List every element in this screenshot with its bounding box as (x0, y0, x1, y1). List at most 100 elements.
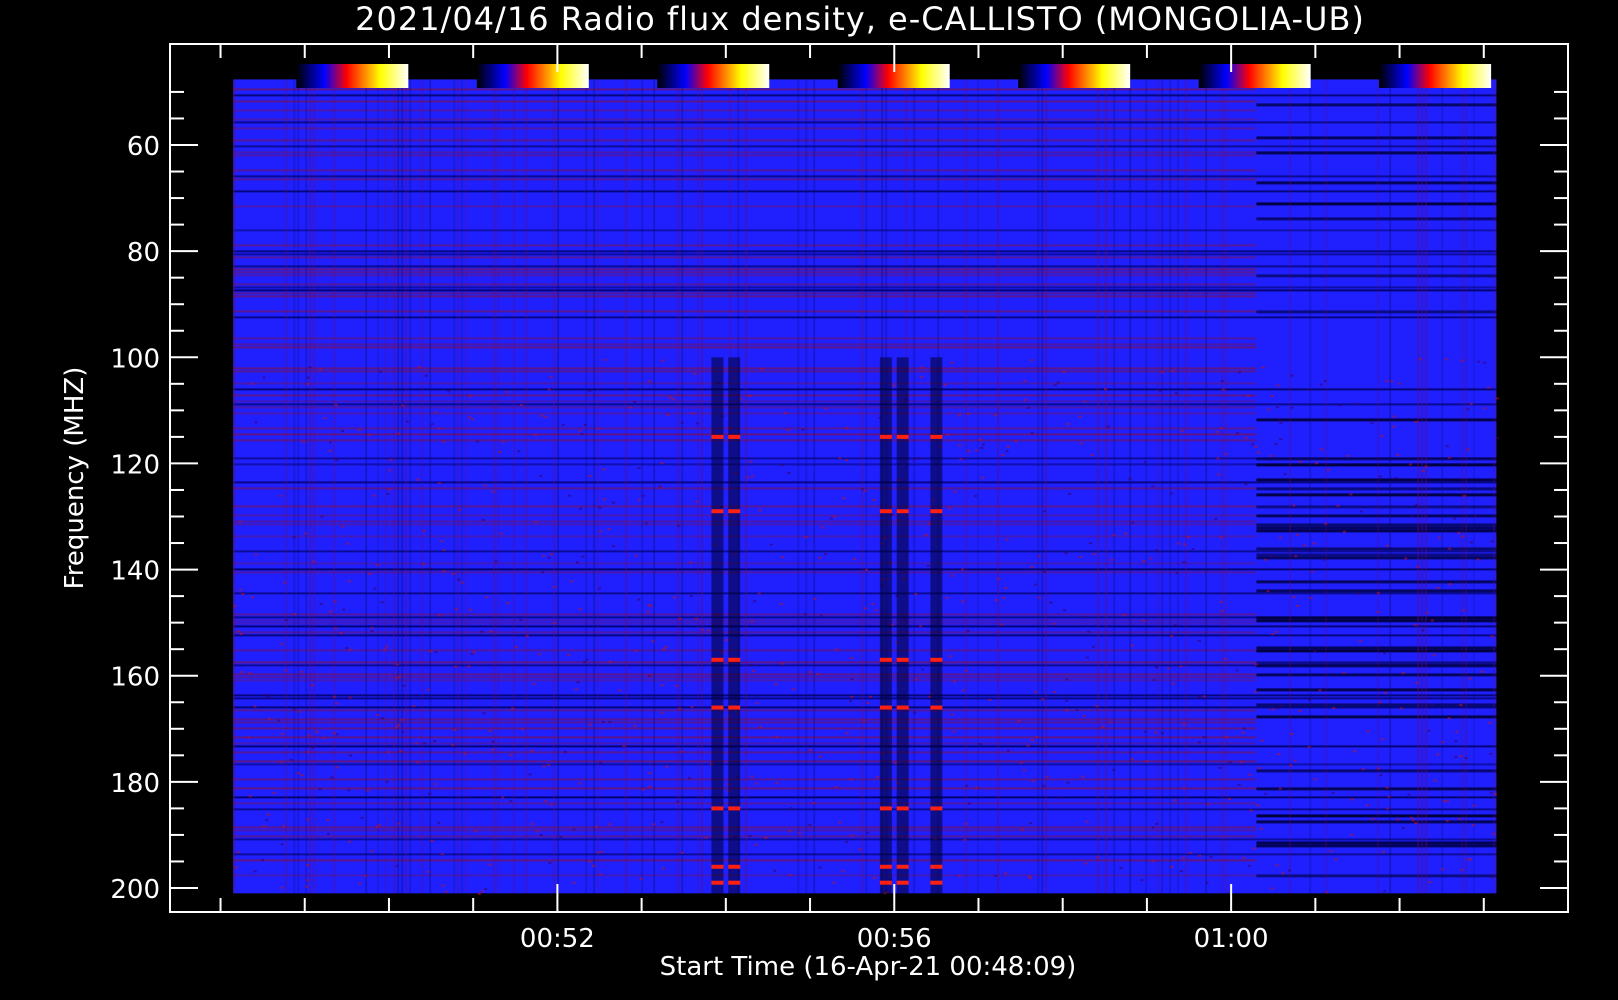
speckle (1394, 476, 1398, 479)
streak-column (585, 79, 588, 894)
speckle (433, 411, 437, 414)
streak-column (305, 79, 308, 894)
speckle (788, 830, 792, 833)
speckle (965, 784, 969, 787)
speckle (284, 669, 288, 672)
streak-column (393, 79, 396, 894)
speckle (637, 498, 641, 501)
speckle (1356, 592, 1360, 595)
speckle (1492, 832, 1496, 835)
speckle (1149, 557, 1153, 560)
speckle (1128, 477, 1132, 480)
streak-column (1161, 79, 1164, 894)
speckle (1445, 445, 1449, 448)
streak-column (641, 79, 644, 894)
speckle (1366, 730, 1370, 733)
y-tick-label: 200 (110, 875, 160, 905)
speckle (380, 717, 384, 720)
speckle (471, 418, 475, 421)
speckle (695, 500, 699, 503)
speckle (1264, 792, 1268, 795)
streak-column (697, 79, 700, 894)
speckle (668, 396, 672, 399)
speckle (433, 740, 437, 743)
speckle (547, 556, 551, 559)
speckle (1346, 454, 1350, 457)
speckle (1283, 473, 1287, 476)
speckle (637, 467, 641, 470)
speckle (1319, 448, 1323, 451)
burst-mark (930, 806, 943, 811)
speckle (1122, 614, 1126, 617)
speckle (1414, 821, 1418, 824)
speckle (845, 841, 849, 844)
speckle (1191, 547, 1195, 550)
speckle (1379, 774, 1383, 777)
speckle (572, 828, 576, 831)
speckle (599, 873, 603, 876)
band-row-quiet (1256, 874, 1497, 878)
x-tick-label: 00:56 (857, 924, 932, 954)
speckle (544, 800, 548, 803)
speckle (1151, 860, 1155, 863)
speckle (437, 821, 441, 824)
speckle (395, 677, 399, 680)
speckle (378, 370, 382, 373)
speckle (1390, 380, 1394, 383)
speckle (1004, 586, 1008, 589)
streak-column (385, 79, 388, 894)
speckle (752, 600, 756, 603)
speckle (801, 428, 805, 431)
streak-column (1113, 79, 1116, 894)
speckle (1246, 395, 1250, 398)
speckle (1225, 735, 1229, 738)
speckle (483, 484, 487, 487)
burst-mark (930, 509, 943, 514)
speckle (832, 515, 836, 518)
speckle (864, 607, 868, 610)
speckle (1476, 360, 1480, 363)
speckle (1313, 650, 1317, 653)
streak-column (429, 79, 432, 894)
speckle (1441, 868, 1445, 871)
speckle (787, 472, 791, 475)
speckle (451, 573, 455, 576)
speckle (440, 540, 444, 543)
speckle (280, 732, 284, 735)
speckle (385, 645, 389, 648)
speckle (1209, 856, 1213, 859)
speckle (468, 416, 472, 419)
speckle (345, 646, 349, 649)
band-row-quiet (1256, 181, 1497, 185)
speckle (1005, 450, 1009, 453)
speckle (1206, 803, 1210, 806)
speckle (652, 823, 656, 826)
speckle (280, 886, 284, 889)
speckle (300, 774, 304, 777)
speckle (1289, 733, 1293, 736)
speckle (1361, 768, 1365, 771)
speckle (1445, 358, 1449, 361)
speckle (542, 765, 546, 768)
speckle (648, 808, 652, 811)
speckle (1131, 521, 1135, 524)
streak-column (553, 79, 556, 894)
speckle (528, 773, 532, 776)
speckle (567, 653, 571, 656)
speckle (838, 821, 842, 824)
speckle (1290, 374, 1294, 377)
streak-column (333, 79, 336, 894)
speckle (1310, 570, 1314, 573)
speckle (1259, 827, 1263, 830)
band-row-quiet (1256, 664, 1497, 668)
speckle (1027, 406, 1031, 409)
speckle (1081, 775, 1085, 778)
speckle (306, 818, 310, 821)
speckle (750, 475, 754, 478)
speckle (1085, 656, 1089, 659)
speckle (509, 754, 513, 757)
streak-column (593, 79, 596, 894)
burst-mark (896, 880, 909, 885)
burst-mark (728, 880, 741, 885)
speckle (597, 587, 601, 590)
